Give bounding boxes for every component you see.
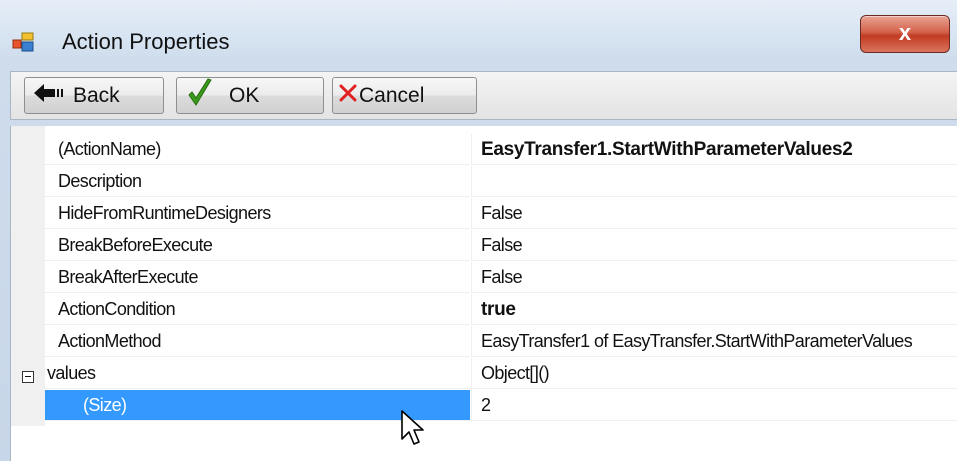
property-row-actionname[interactable]: (ActionName) EasyTransfer1.StartWithPara…	[11, 134, 957, 166]
cancel-button-label: Cancel	[359, 83, 425, 107]
property-name: values	[45, 358, 470, 389]
cancel-button[interactable]: Cancel	[332, 77, 477, 114]
ok-button[interactable]: OK	[176, 77, 324, 114]
property-value[interactable]: 2	[471, 390, 957, 421]
property-row-breakafterexecute[interactable]: BreakAfterExecute False	[11, 262, 957, 294]
property-row-description[interactable]: Description	[11, 166, 957, 198]
window-title: Action Properties	[62, 29, 230, 54]
toolbar: Back OK Cancel	[10, 71, 957, 120]
mouse-pointer-icon	[400, 409, 426, 449]
property-value[interactable]: False	[471, 262, 957, 293]
back-arrow-icon	[33, 82, 65, 110]
property-row-size[interactable]: (Size) 2	[11, 390, 957, 422]
property-name: ActionMethod	[45, 326, 470, 357]
red-x-icon	[339, 84, 357, 108]
property-name: BreakBeforeExecute	[45, 230, 470, 261]
green-check-icon	[187, 77, 213, 114]
property-name: Description	[45, 166, 470, 197]
close-button[interactable]: x	[860, 15, 950, 53]
property-name: HideFromRuntimeDesigners	[45, 198, 470, 229]
action-properties-window: Action Properties x Back OK Cancel (Acti…	[0, 0, 957, 461]
property-name: BreakAfterExecute	[45, 262, 470, 293]
back-button[interactable]: Back	[24, 77, 164, 114]
property-value[interactable]: False	[471, 198, 957, 229]
property-row-actionmethod[interactable]: ActionMethod EasyTransfer1 of EasyTransf…	[11, 326, 957, 358]
back-button-label: Back	[73, 83, 120, 107]
property-name: (ActionName)	[45, 134, 470, 165]
property-value[interactable]: true	[471, 294, 957, 325]
property-row-values[interactable]: values Object[]()	[11, 358, 957, 390]
property-value[interactable]	[471, 166, 957, 197]
ok-button-label: OK	[229, 83, 260, 107]
property-grid: (ActionName) EasyTransfer1.StartWithPara…	[10, 126, 957, 461]
properties-window-icon	[12, 31, 36, 53]
property-value[interactable]: EasyTransfer1 of EasyTransfer.StartWithP…	[471, 326, 957, 357]
property-value[interactable]: EasyTransfer1.StartWithParameterValues2	[471, 134, 957, 165]
title-bar: Action Properties x	[0, 0, 957, 70]
property-value[interactable]: False	[471, 230, 957, 261]
property-row-hidefromruntimedesigners[interactable]: HideFromRuntimeDesigners False	[11, 198, 957, 230]
property-name: ActionCondition	[45, 294, 470, 325]
close-icon: x	[898, 20, 912, 45]
property-row-breakbeforeexecute[interactable]: BreakBeforeExecute False	[11, 230, 957, 262]
property-value[interactable]: Object[]()	[471, 358, 957, 389]
collapse-minus-icon[interactable]	[22, 371, 34, 383]
property-row-actioncondition[interactable]: ActionCondition true	[11, 294, 957, 326]
